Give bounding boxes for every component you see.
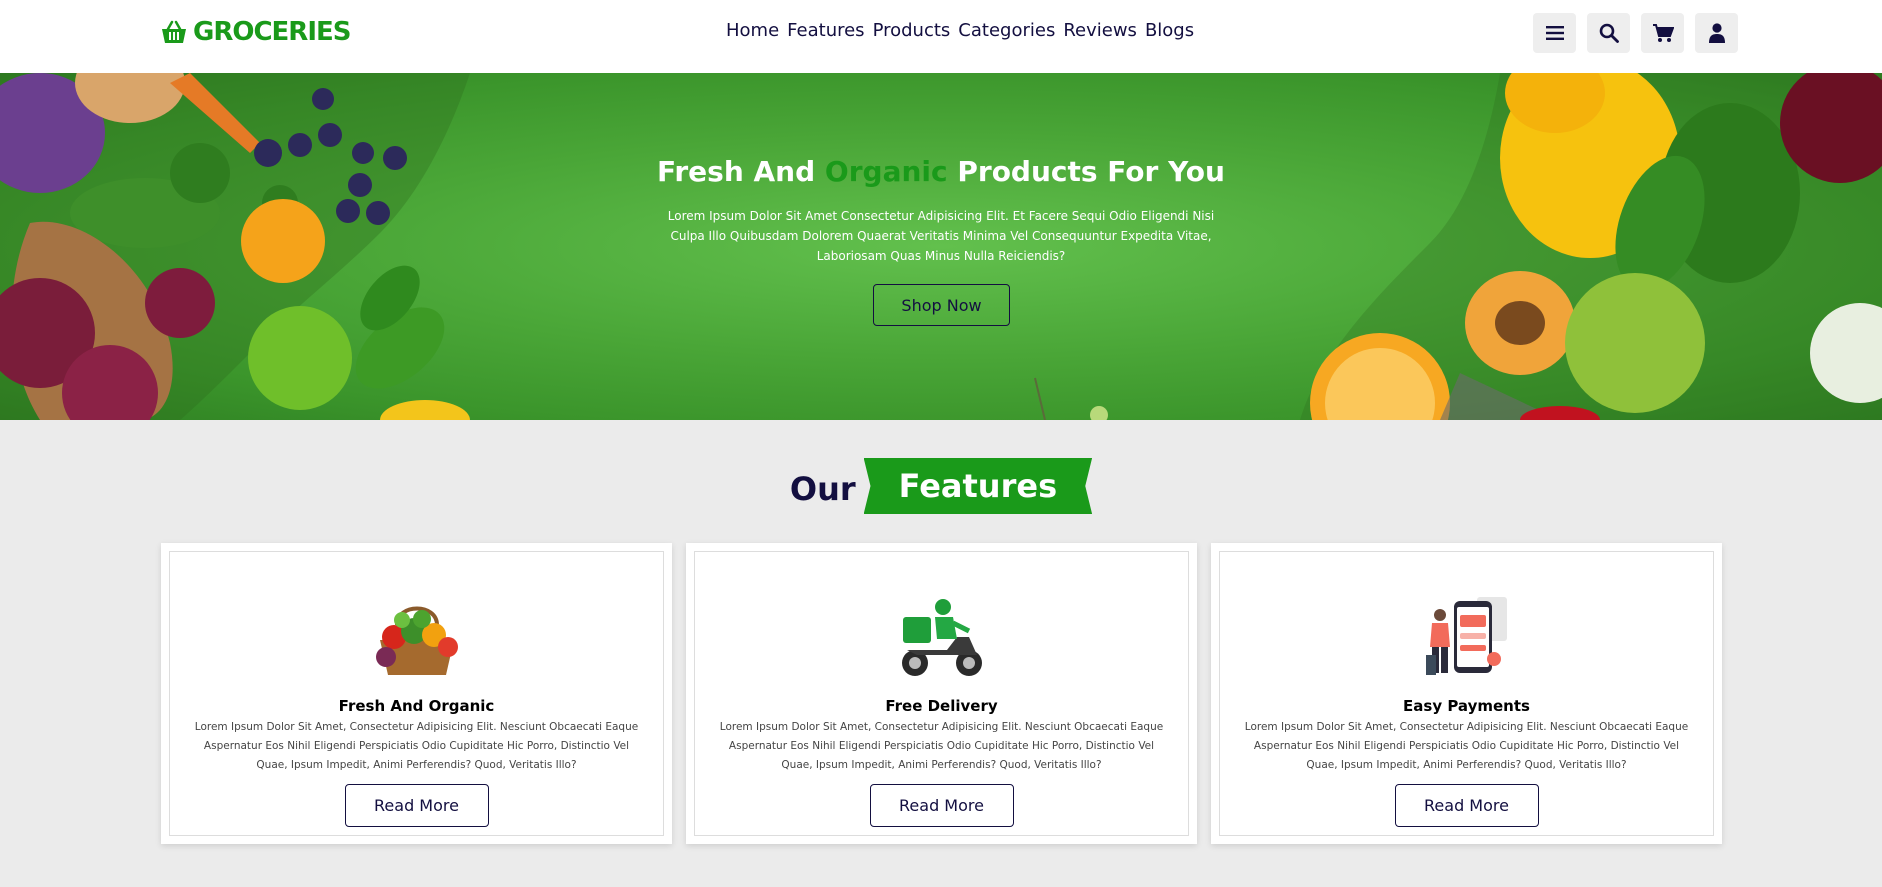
- feature-description: Lorem Ipsum Dolor Sit Amet, Consectetur …: [719, 721, 1164, 771]
- feature-title: Free Delivery: [885, 697, 998, 715]
- feature-image-wrap: [1220, 595, 1713, 680]
- hero-description: Lorem Ipsum Dolor Sit Amet Consectetur A…: [667, 209, 1215, 263]
- feature-image-wrap: [695, 595, 1188, 680]
- hero-title-highlight: Organic: [824, 155, 948, 188]
- nav-link-features[interactable]: Features: [787, 20, 864, 41]
- feature-card-inner: Easy Payments Lorem Ipsum Dolor Sit Amet…: [1219, 551, 1714, 836]
- feature-card-easy-payments: Easy Payments Lorem Ipsum Dolor Sit Amet…: [1211, 543, 1722, 844]
- mobile-payment-icon: [1425, 597, 1507, 675]
- nav-link-categories[interactable]: Categories: [958, 20, 1055, 41]
- feature-card-inner: Fresh And Organic Lorem Ipsum Dolor Sit …: [169, 551, 664, 836]
- site-header: GROCERIES Home Features Products Categor…: [0, 0, 1882, 73]
- read-more-button[interactable]: Read More: [869, 784, 1014, 827]
- feature-description: Lorem Ipsum Dolor Sit Amet, Consectetur …: [194, 721, 639, 771]
- hero-title-end: Products For You: [947, 155, 1225, 188]
- user-icon: [1708, 23, 1725, 43]
- feature-image-wrap: [170, 595, 663, 680]
- cart-button[interactable]: [1641, 13, 1684, 53]
- menu-icon: [1545, 26, 1564, 40]
- nav-link-reviews[interactable]: Reviews: [1063, 20, 1137, 41]
- main-nav: Home Features Products Categories Review…: [726, 20, 1194, 41]
- nav-link-home[interactable]: Home: [726, 20, 779, 41]
- feature-description: Lorem Ipsum Dolor Sit Amet, Consectetur …: [1244, 721, 1689, 771]
- shopping-basket-icon: [162, 20, 186, 43]
- feature-card-free-delivery: Free Delivery Lorem Ipsum Dolor Sit Amet…: [686, 543, 1197, 844]
- heading-ribbon: Features: [863, 458, 1093, 514]
- features-heading: Our Features: [0, 458, 1882, 514]
- menu-button[interactable]: [1533, 13, 1576, 53]
- feature-title: Easy Payments: [1403, 697, 1530, 715]
- feature-card-inner: Free Delivery Lorem Ipsum Dolor Sit Amet…: [694, 551, 1189, 836]
- header-icons: [1533, 13, 1738, 53]
- hero-title-start: Fresh And: [657, 155, 825, 188]
- nav-link-products[interactable]: Products: [873, 20, 951, 41]
- delivery-scooter-icon: [901, 599, 982, 676]
- feature-title: Fresh And Organic: [338, 697, 495, 715]
- shop-now-button[interactable]: Shop Now: [873, 284, 1010, 326]
- search-icon: [1599, 23, 1619, 43]
- search-button[interactable]: [1587, 13, 1630, 53]
- logo-text: GROCERIES: [193, 17, 351, 47]
- feature-card-fresh-organic: Fresh And Organic Lorem Ipsum Dolor Sit …: [161, 543, 672, 844]
- user-button[interactable]: [1695, 13, 1738, 53]
- nav-link-blogs[interactable]: Blogs: [1145, 20, 1194, 41]
- read-more-button[interactable]: Read More: [1394, 784, 1539, 827]
- cart-icon: [1652, 24, 1674, 42]
- hero-title: Fresh And Organic Products For You: [0, 155, 1882, 188]
- logo-link[interactable]: GROCERIES: [161, 17, 351, 47]
- read-more-button[interactable]: Read More: [344, 784, 489, 827]
- hero-banner: Fresh And Organic Products For You Lorem…: [0, 73, 1882, 420]
- heading-our-text: Our: [789, 470, 856, 508]
- vegetable-basket-icon: [375, 606, 458, 675]
